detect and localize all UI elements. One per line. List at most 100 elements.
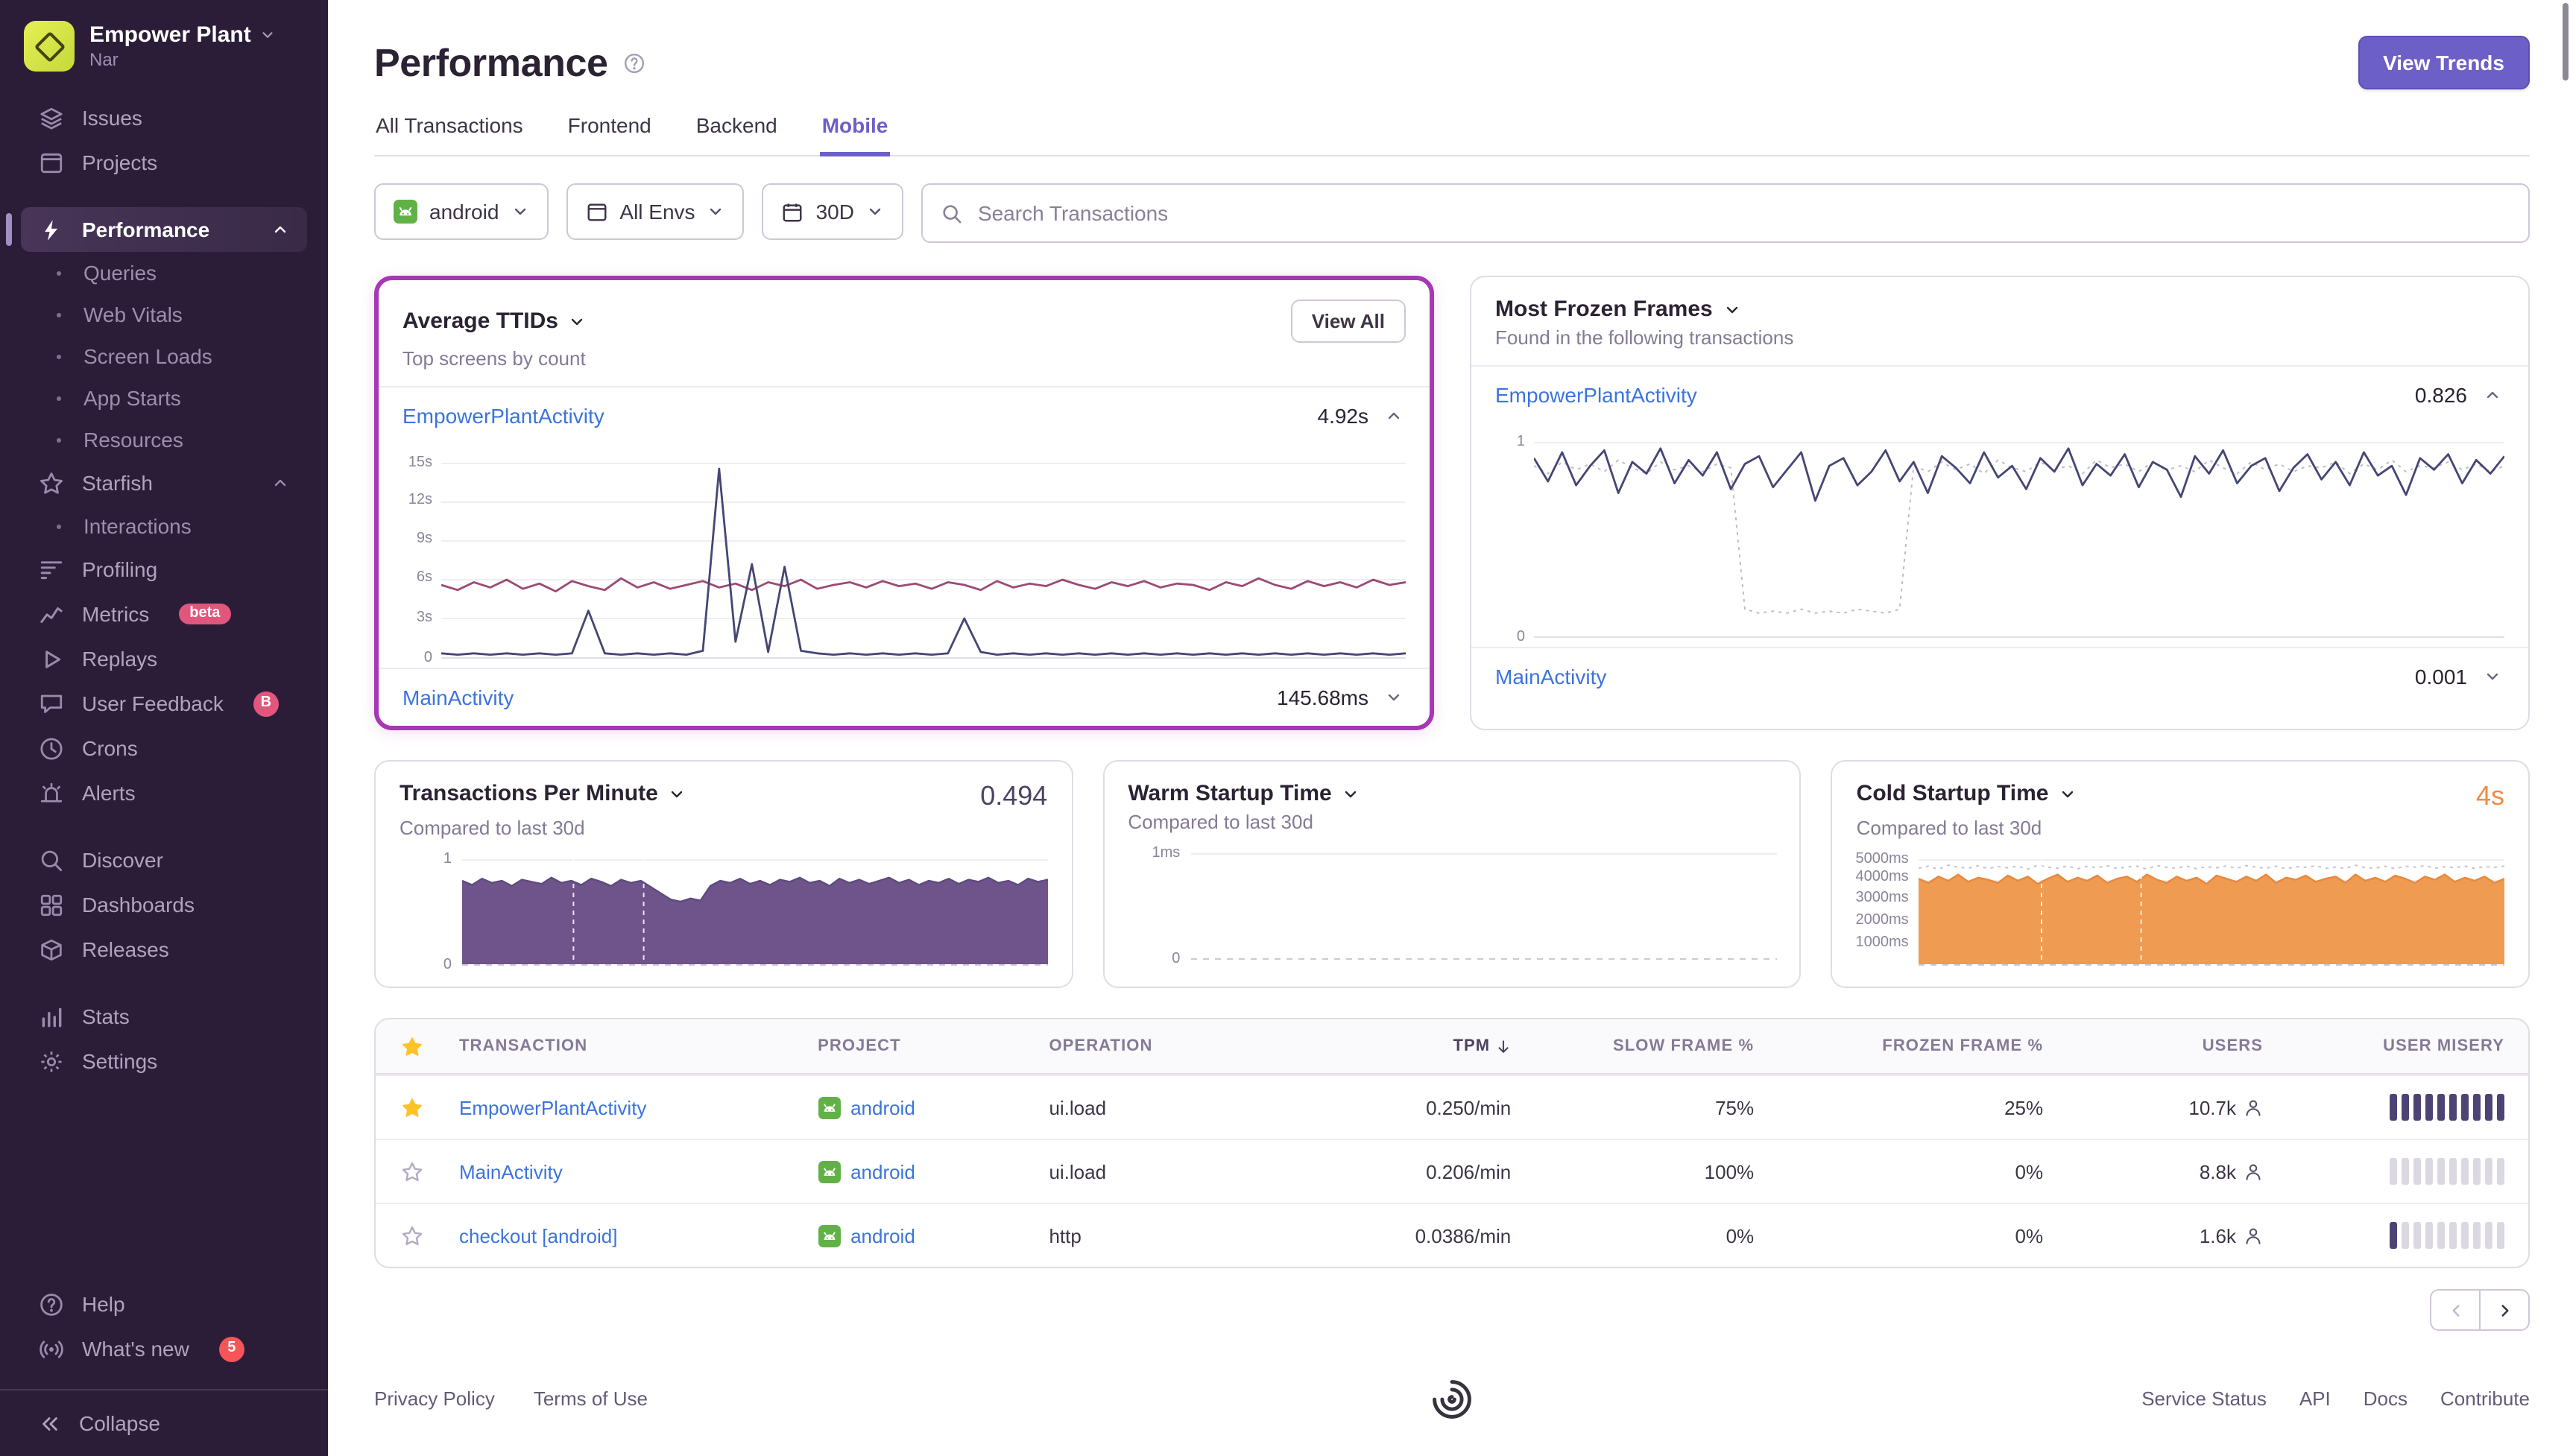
help-circle-icon[interactable]	[623, 51, 645, 74]
column-header-transaction[interactable]: TRANSACTION	[447, 1037, 806, 1055]
sidebar-item-resources[interactable]: Resources	[21, 419, 307, 460]
api-link[interactable]: API	[2299, 1387, 2331, 1410]
sidebar-item-starfish[interactable]: Starfish	[21, 460, 307, 505]
star-toggle-button[interactable]	[397, 1221, 426, 1250]
sidebar-item-screen-loads[interactable]: Screen Loads	[21, 335, 307, 377]
frozen-frame-cell: 25%	[2004, 1096, 2044, 1118]
star-filled-icon[interactable]	[400, 1035, 423, 1057]
chevron-down-icon[interactable]	[1342, 785, 1360, 803]
sidebar-item-interactions[interactable]: Interactions	[21, 505, 307, 547]
sidebar-item-app-starts[interactable]: App Starts	[21, 377, 307, 419]
sidebar-item-queries[interactable]: Queries	[21, 252, 307, 294]
y-tick: 3s	[416, 609, 432, 626]
chevron-down-icon[interactable]	[2059, 785, 2077, 803]
chevron-down-icon[interactable]	[1723, 300, 1741, 318]
sidebar-item-label: User Feedback	[82, 691, 224, 715]
transaction-link[interactable]: MainActivity	[1495, 665, 1606, 689]
transaction-link[interactable]: EmpowerPlantActivity	[402, 404, 604, 428]
column-header-frozen-frame[interactable]: FROZEN FRAME %	[1766, 1037, 2055, 1055]
collapse-row-button[interactable]	[2481, 383, 2504, 407]
view-trends-button[interactable]: View Trends	[2358, 36, 2530, 89]
sentry-logo[interactable]	[1430, 1376, 1474, 1421]
sidebar-item-metrics[interactable]: Metrics beta	[21, 592, 307, 636]
sidebar-item-crons[interactable]: Crons	[21, 726, 307, 770]
star-toggle-button[interactable]	[397, 1157, 426, 1186]
transaction-link[interactable]: MainActivity	[402, 686, 514, 709]
panel-head: Average TTIDs View All Top screens by co…	[379, 280, 1430, 386]
column-header-users[interactable]: USERS	[2055, 1037, 2275, 1055]
sidebar-item-stats[interactable]: Stats	[21, 994, 307, 1039]
sidebar-item-user-feedback[interactable]: User Feedback B	[21, 681, 307, 726]
org-subtitle: Nar	[89, 49, 119, 70]
y-tick: 0	[1172, 951, 1181, 967]
privacy-policy-link[interactable]: Privacy Policy	[374, 1387, 495, 1410]
user-misery-bar	[2437, 1158, 2445, 1185]
sidebar-collapse-button[interactable]: Collapse	[0, 1389, 328, 1456]
operation-cell: ui.load	[1049, 1096, 1107, 1118]
previous-page-button[interactable]	[2430, 1289, 2481, 1331]
column-header-tpm[interactable]: TPM	[1303, 1037, 1523, 1055]
releases-icon	[39, 937, 64, 962]
chevron-down-icon[interactable]	[569, 312, 587, 330]
transaction-link[interactable]: EmpowerPlantActivity	[1495, 383, 1697, 407]
service-status-link[interactable]: Service Status	[2141, 1387, 2267, 1410]
page-header: Performance View Trends	[374, 36, 2530, 89]
sidebar-item-help[interactable]: Help	[21, 1282, 307, 1326]
filter-bar: android All Envs 30D	[374, 183, 2530, 243]
column-header-slow-frame[interactable]: SLOW FRAME %	[1523, 1037, 1766, 1055]
sidebar-item-issues[interactable]: Issues	[21, 95, 307, 140]
expand-row-button[interactable]	[1382, 686, 1406, 709]
page-title: Performance	[374, 39, 645, 86]
docs-link[interactable]: Docs	[2364, 1387, 2408, 1410]
most-frozen-frames-panel: Most Frozen Frames Found in the followin…	[1470, 276, 2530, 730]
sidebar-item-discover[interactable]: Discover	[21, 838, 307, 882]
gear-icon	[39, 1048, 64, 1074]
sidebar-item-profiling[interactable]: Profiling	[21, 547, 307, 592]
sidebar-item-web-vitals[interactable]: Web Vitals	[21, 294, 307, 335]
sidebar-item-replays[interactable]: Replays	[21, 636, 307, 681]
column-header-operation[interactable]: OPERATION	[1037, 1037, 1303, 1055]
project-link[interactable]: android	[850, 1160, 915, 1183]
tab-all-transactions[interactable]: All Transactions	[374, 113, 525, 156]
sidebar-item-alerts[interactable]: Alerts	[21, 770, 307, 815]
tab-backend[interactable]: Backend	[695, 113, 779, 156]
terms-of-use-link[interactable]: Terms of Use	[534, 1387, 648, 1410]
collapse-row-button[interactable]	[1382, 404, 1406, 428]
org-switcher[interactable]: Empower Plant Nar	[0, 0, 328, 83]
frozen-bottom-row: MainActivity 0.001	[1471, 647, 2528, 705]
sidebar-item-settings[interactable]: Settings	[21, 1039, 307, 1083]
sidebar-item-projects[interactable]: Projects	[21, 140, 307, 185]
project-link[interactable]: android	[850, 1224, 915, 1247]
expand-row-button[interactable]	[2481, 665, 2504, 689]
transaction-link[interactable]: checkout [android]	[459, 1224, 617, 1247]
date-range-filter[interactable]: 30D	[762, 183, 903, 240]
sidebar-item-label: Profiling	[82, 557, 158, 581]
sidebar-item-label: Performance	[82, 218, 210, 241]
chevron-down-icon	[2484, 668, 2501, 686]
column-header-project[interactable]: PROJECT	[806, 1037, 1037, 1055]
project-link[interactable]: android	[850, 1096, 915, 1118]
sidebar-item-performance[interactable]: Performance	[6, 207, 307, 252]
sidebar-item-releases[interactable]: Releases	[21, 927, 307, 972]
user-misery-bar	[2449, 1158, 2457, 1185]
y-tick: 0	[443, 957, 452, 973]
tab-frontend[interactable]: Frontend	[566, 113, 653, 156]
user-misery-cell	[2275, 1094, 2528, 1121]
star-toggle-button[interactable]	[397, 1093, 426, 1121]
tab-mobile[interactable]: Mobile	[820, 113, 890, 156]
search-transactions-input[interactable]	[974, 200, 2510, 227]
scrollbar-thumb[interactable]	[2563, 3, 2569, 80]
sidebar-item-dashboards[interactable]: Dashboards	[21, 882, 307, 927]
transaction-link[interactable]: MainActivity	[459, 1160, 563, 1183]
view-all-button[interactable]: View All	[1290, 300, 1406, 343]
project-filter[interactable]: android	[374, 183, 549, 240]
chevron-down-icon[interactable]	[669, 785, 686, 803]
next-page-button[interactable]	[2479, 1289, 2530, 1331]
environment-filter-label: All Envs	[619, 200, 695, 224]
environment-filter[interactable]: All Envs	[566, 183, 745, 240]
project-filter-label: android	[429, 200, 499, 224]
contribute-link[interactable]: Contribute	[2440, 1387, 2530, 1410]
column-header-user-misery[interactable]: USER MISERY	[2275, 1037, 2528, 1055]
transaction-link[interactable]: EmpowerPlantActivity	[459, 1096, 646, 1118]
sidebar-item-whats-new[interactable]: What's new 5	[21, 1326, 307, 1371]
